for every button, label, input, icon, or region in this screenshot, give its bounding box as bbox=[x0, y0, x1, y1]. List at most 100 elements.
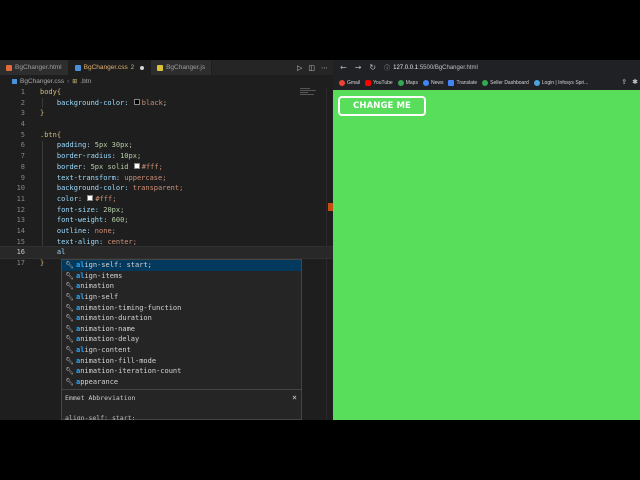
suggestion-item[interactable]: 🔧︎ animation-duration bbox=[62, 313, 301, 324]
suggestion-item[interactable]: 🔧︎ animation-iteration-count bbox=[62, 366, 301, 377]
line-number: 15 bbox=[16, 237, 25, 246]
tab-bgchanger-html[interactable]: BgChanger.html bbox=[0, 60, 69, 75]
code-token: 20px; bbox=[103, 205, 125, 214]
suggestion-detail-panel: Emmet Abbreviation × align-self: start; bbox=[61, 390, 302, 422]
js-file-icon bbox=[157, 64, 164, 71]
translate-icon bbox=[448, 80, 455, 86]
code-token: border: bbox=[56, 162, 87, 171]
suggestion-rest: ign-items bbox=[84, 271, 123, 280]
run-icon[interactable]: ▷ bbox=[297, 64, 302, 72]
tab-bgchanger-css[interactable]: BgChanger.css 2 bbox=[68, 60, 152, 75]
page-viewport: CHANGE ME bbox=[333, 90, 640, 420]
wrench-icon: 🔧︎ bbox=[65, 377, 74, 386]
line-number: 5 bbox=[20, 130, 25, 139]
code-token: 600; bbox=[111, 216, 129, 225]
bookmarks-bar: Gmail YouTube Maps News Translate Seller… bbox=[333, 76, 640, 90]
code-token: padding: bbox=[56, 141, 91, 150]
more-actions-icon[interactable]: ⋯ bbox=[321, 64, 328, 72]
tab-label: BgChanger.css bbox=[83, 64, 128, 71]
wrench-icon: 🔧︎ bbox=[65, 261, 74, 270]
code-token: border-radius: bbox=[56, 152, 116, 161]
split-editor-icon[interactable]: ◫ bbox=[308, 64, 315, 72]
line-number: 16 bbox=[16, 248, 25, 257]
browser-window: ← → ↻ ⓘ 127.0.0.1:5500/BgChanger.html ⇪ … bbox=[333, 60, 640, 420]
code-token: font-weight: bbox=[56, 216, 108, 225]
line-number: 6 bbox=[20, 141, 25, 150]
line-number: 17 bbox=[16, 259, 25, 267]
suggestion-item[interactable]: 🔧︎ align-self: start; bbox=[62, 260, 301, 271]
line-number: 9 bbox=[20, 173, 25, 182]
infosys-icon bbox=[533, 80, 540, 86]
code-token: font-size: bbox=[56, 205, 100, 214]
code-line: 14 outline: none; bbox=[0, 226, 333, 237]
close-icon[interactable]: × bbox=[292, 393, 297, 402]
bookmark-infosys[interactable]: Login | Infosys Spri... bbox=[533, 80, 588, 86]
wrench-icon: 🔧︎ bbox=[65, 314, 74, 323]
wrench-icon: 🔧︎ bbox=[65, 335, 74, 344]
line-number: 2 bbox=[20, 98, 25, 107]
typed-text: al bbox=[56, 248, 66, 257]
dashboard-icon bbox=[482, 80, 489, 86]
color-swatch[interactable] bbox=[133, 99, 140, 106]
code-line: 10 background-color: transparent; bbox=[0, 183, 333, 194]
suggestion-item[interactable]: 🔧︎ animation-timing-function bbox=[62, 302, 301, 313]
code-line: 2 background-color: black; bbox=[0, 98, 333, 109]
suggestion-rest: ign-self bbox=[84, 293, 119, 302]
url-path: :5500/BgChanger.html bbox=[418, 64, 478, 71]
address-bar[interactable]: ⓘ 127.0.0.1:5500/BgChanger.html bbox=[384, 63, 478, 73]
forward-icon[interactable]: → bbox=[355, 63, 362, 72]
code-token: #fff; bbox=[141, 162, 163, 171]
line-number: 4 bbox=[20, 120, 25, 129]
code-line: 1 body{ bbox=[0, 87, 333, 98]
code-token: center; bbox=[107, 237, 137, 246]
bookmark-gmail[interactable]: Gmail bbox=[339, 80, 360, 86]
suggestion-item[interactable]: 🔧︎ animation-name bbox=[62, 324, 301, 335]
line-number: 13 bbox=[16, 216, 25, 225]
bookmark-youtube[interactable]: YouTube bbox=[365, 80, 393, 86]
line-number: 12 bbox=[16, 205, 25, 214]
suggestion-item[interactable]: 🔧︎ animation-fill-mode bbox=[62, 355, 301, 366]
suggestion-item[interactable]: 🔧︎ align-self bbox=[62, 292, 301, 303]
suggestion-rest: nimation-fill-mode bbox=[80, 356, 157, 365]
suggestion-rest: ign-content bbox=[84, 346, 131, 355]
suggestion-item[interactable]: 🔧︎ align-items bbox=[62, 271, 301, 282]
suggestion-item[interactable]: 🔧︎ appearance bbox=[62, 377, 301, 388]
tab-label: BgChanger.html bbox=[15, 64, 62, 71]
editor-actions: ▷ ◫ ⋯ bbox=[297, 60, 333, 75]
color-swatch[interactable] bbox=[87, 195, 94, 202]
bookmark-label: Translate bbox=[456, 80, 478, 86]
breadcrumb-file[interactable]: BgChanger.css bbox=[20, 78, 64, 85]
bookmark-translate[interactable]: Translate bbox=[448, 80, 477, 86]
code-line: 11 color: #fff; bbox=[0, 194, 333, 205]
youtube-icon bbox=[365, 80, 372, 86]
unsaved-dot-icon[interactable] bbox=[140, 65, 145, 70]
autocomplete-list[interactable]: 🔧︎ align-self: start; 🔧︎ align-items 🔧︎ ani… bbox=[61, 259, 302, 390]
code-line: 15 text-align: center; bbox=[0, 237, 333, 248]
suggestion-item[interactable]: 🔧︎ align-content bbox=[62, 345, 301, 356]
html-file-icon bbox=[6, 64, 12, 71]
problem-count: 2 bbox=[130, 64, 135, 71]
code-token: background-color: bbox=[56, 184, 129, 193]
color-swatch[interactable] bbox=[133, 163, 140, 170]
bookmark-seller-dashboard[interactable]: Seller Dashboard bbox=[482, 80, 529, 86]
bookmark-news[interactable]: News bbox=[422, 80, 443, 86]
suggestion-item[interactable]: 🔧︎ animation bbox=[62, 281, 301, 292]
reload-icon[interactable]: ↻ bbox=[369, 63, 376, 72]
code-line: 5 .btn{ bbox=[0, 130, 333, 141]
change-me-button[interactable]: CHANGE ME bbox=[338, 96, 426, 116]
code-line: 8 border: 5px solid #fff; bbox=[0, 162, 333, 173]
suggestion-rest: ign-self: start; bbox=[84, 261, 152, 270]
breadcrumb-symbol[interactable]: .btn bbox=[80, 78, 91, 85]
back-icon[interactable]: ← bbox=[340, 63, 347, 72]
info-icon[interactable]: ⓘ bbox=[384, 63, 390, 72]
bookmark-maps[interactable]: Maps bbox=[397, 80, 418, 86]
suggestion-item[interactable]: 🔧︎ animation-delay bbox=[62, 334, 301, 345]
line-number: 10 bbox=[16, 184, 25, 193]
suggestion-rest: nimation-duration bbox=[80, 314, 152, 323]
video-letterbox-top bbox=[0, 0, 640, 60]
tab-bgchanger-js[interactable]: BgChanger.js bbox=[151, 60, 213, 75]
code-line-current[interactable]: 16 al bbox=[0, 246, 333, 259]
breadcrumb: BgChanger.css › ⊞ .btn bbox=[0, 75, 333, 87]
code-token: } bbox=[40, 259, 45, 267]
video-letterbox-bottom bbox=[0, 420, 640, 480]
